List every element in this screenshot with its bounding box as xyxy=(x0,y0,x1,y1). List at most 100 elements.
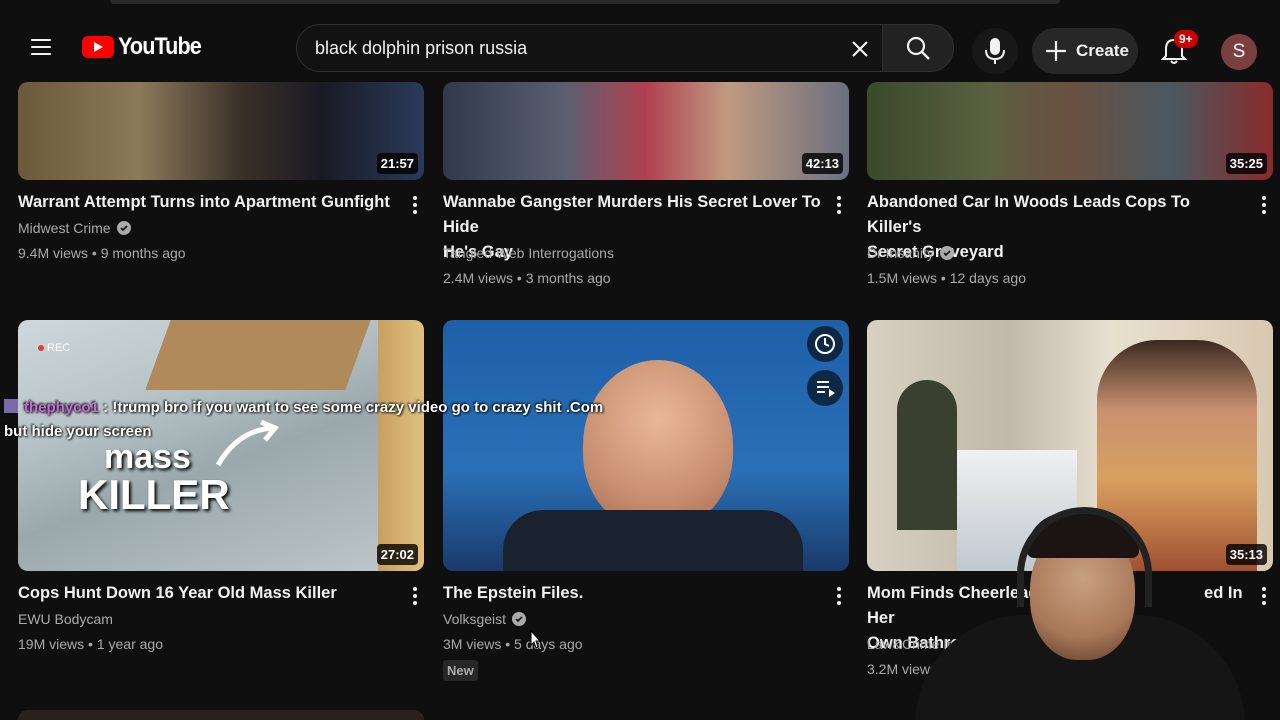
search-bar xyxy=(296,24,954,72)
account-avatar[interactable]: S xyxy=(1221,34,1257,70)
thumbnail-person-head xyxy=(583,360,733,530)
add-to-queue-button[interactable] xyxy=(807,370,843,406)
dot xyxy=(1262,196,1266,200)
dot xyxy=(413,203,417,207)
chat-badge-icon xyxy=(4,399,18,413)
microphone-icon xyxy=(985,38,1005,64)
video-meta: 19M views • 1 year ago xyxy=(18,636,163,652)
mouse-cursor-icon xyxy=(530,630,542,649)
create-label: Create xyxy=(1076,41,1129,60)
dot xyxy=(837,196,841,200)
dot xyxy=(413,601,417,605)
thumbnail-text-line2: KILLER xyxy=(78,471,230,518)
search-button[interactable] xyxy=(882,24,954,72)
dot xyxy=(837,203,841,207)
video-duration: 27:02 xyxy=(376,544,418,565)
youtube-logo[interactable]: YouTube xyxy=(82,32,210,62)
video-title[interactable]: Warrant Attempt Turns into Apartment Gun… xyxy=(18,190,398,215)
menu-icon-line xyxy=(31,46,51,48)
menu-icon-line xyxy=(31,39,51,41)
clock-icon xyxy=(815,334,835,354)
video-title[interactable]: The Epstein Files. xyxy=(443,581,828,606)
video-thumbnail[interactable]: 42:13 xyxy=(443,82,849,180)
view-count: 1.5M views xyxy=(867,270,938,286)
dot xyxy=(1262,210,1266,214)
voice-search-button[interactable] xyxy=(972,28,1018,74)
watch-later-button[interactable] xyxy=(807,326,843,362)
upload-age: 9 months ago xyxy=(100,245,186,261)
notifications-button[interactable]: 9+ xyxy=(1152,28,1198,74)
video-duration: 42:13 xyxy=(801,153,843,174)
upload-age: 5 days ago xyxy=(514,636,583,652)
channel-label: EWU Bodycam xyxy=(18,611,113,627)
channel-name[interactable]: Volksgeist xyxy=(443,611,527,627)
thumbnail-text: mass KILLER xyxy=(78,438,230,518)
video-options-button[interactable] xyxy=(1252,581,1276,611)
dot xyxy=(1262,594,1266,598)
video-thumbnail[interactable]: 21:57 xyxy=(18,82,424,180)
create-button[interactable]: Create xyxy=(1032,28,1138,74)
video-thumbnail[interactable] xyxy=(443,320,849,571)
video-meta: 9.4M views • 9 months ago xyxy=(18,245,186,261)
masthead: YouTube Create xyxy=(0,6,1280,82)
search-input[interactable] xyxy=(315,37,835,59)
dot xyxy=(837,210,841,214)
close-icon xyxy=(852,41,868,57)
search-icon xyxy=(906,36,930,60)
notifications-badge: 9+ xyxy=(1174,30,1198,48)
video-options-button[interactable] xyxy=(827,190,851,220)
chat-username: thephyco1 xyxy=(24,399,100,416)
dot xyxy=(1262,203,1266,207)
video-title-line: Warrant Attempt Turns into Apartment Gun… xyxy=(18,193,390,211)
channel-name[interactable]: Tangled Web Interrogations xyxy=(443,245,614,261)
dot xyxy=(837,587,841,591)
channel-label: Tangled Web Interrogations xyxy=(443,245,614,261)
guide-menu-button[interactable] xyxy=(22,28,60,66)
arrow-icon xyxy=(215,420,280,467)
verified-icon xyxy=(116,221,131,235)
clear-search-button[interactable] xyxy=(844,33,876,65)
video-title-line: Abandoned Car In Woods Leads Cops To Kil… xyxy=(867,193,1190,236)
video-meta: 2.4M views • 3 months ago xyxy=(443,270,611,286)
thumbnail-counter-shape xyxy=(145,320,371,390)
upload-age: 1 year ago xyxy=(96,636,163,652)
dot xyxy=(413,210,417,214)
channel-name[interactable]: Dr Insanity xyxy=(867,245,954,261)
channel-label: Volksgeist xyxy=(443,611,507,627)
channel-label: Dr Insanity xyxy=(867,245,934,261)
new-badge: New xyxy=(443,660,478,681)
video-thumbnail[interactable]: REC mass KILLER 27:02 xyxy=(18,320,424,571)
dot xyxy=(837,594,841,598)
thumbnail-shelf-shape xyxy=(378,320,424,571)
video-meta: 1.5M views • 12 days ago xyxy=(867,270,1027,286)
video-options-button[interactable] xyxy=(403,581,427,611)
dot xyxy=(413,594,417,598)
video-options-button[interactable] xyxy=(403,190,427,220)
video-meta: 3M views • 5 days ago xyxy=(443,636,583,652)
video-title-line: Wannabe Gangster Murders His Secret Love… xyxy=(443,193,821,236)
video-duration: 35:25 xyxy=(1225,153,1267,174)
dot xyxy=(1262,601,1266,605)
dot xyxy=(413,196,417,200)
dot xyxy=(413,587,417,591)
view-count: 3M views xyxy=(443,636,502,652)
queue-icon xyxy=(817,381,835,397)
video-title-line: Cops Hunt Down 16 Year Old Mass Killer xyxy=(18,584,337,602)
channel-name[interactable]: Midwest Crime xyxy=(18,220,131,236)
video-options-button[interactable] xyxy=(1252,190,1276,220)
view-count: 19M views xyxy=(18,636,85,652)
video-title[interactable]: Cops Hunt Down 16 Year Old Mass Killer xyxy=(18,581,398,606)
video-thumbnail[interactable]: 35:25 xyxy=(867,82,1273,180)
chat-message-continuation: but hide your screen xyxy=(4,423,152,440)
webcam-overlay xyxy=(905,505,1250,720)
video-title-line: The Epstein Files. xyxy=(443,584,584,602)
view-count: 9.4M views xyxy=(18,245,89,261)
thumbnail-person-body xyxy=(503,510,803,571)
video-options-button[interactable] xyxy=(827,581,851,611)
video-duration: 21:57 xyxy=(376,153,418,174)
channel-name[interactable]: EWU Bodycam xyxy=(18,611,113,627)
video-thumbnail[interactable] xyxy=(18,710,424,720)
verified-icon xyxy=(939,246,954,260)
dot xyxy=(837,601,841,605)
headset-icon xyxy=(1017,507,1152,607)
